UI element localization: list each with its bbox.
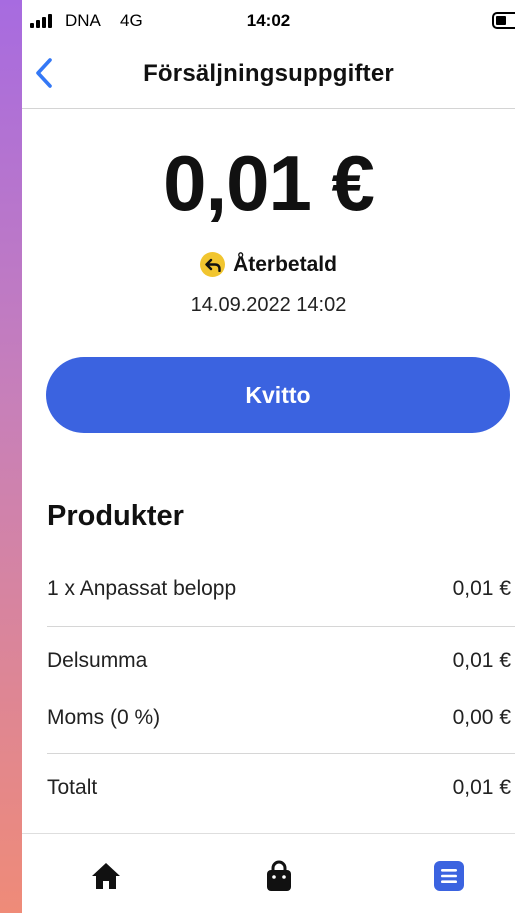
tab-shop[interactable] (259, 856, 299, 896)
nav-bar: Försäljningsuppgifter (22, 40, 515, 109)
product-label: 1 x Anpassat belopp (47, 577, 237, 600)
total-value: 0,01 € (452, 776, 511, 799)
status-bar: DNA 4G 14:02 (22, 0, 515, 40)
subtotal-row: Delsumma 0,01 € (47, 649, 511, 673)
product-value: 0,01 € (452, 577, 511, 600)
product-row: 1 x Anpassat belopp 0,01 € (47, 577, 511, 601)
status-label: Återbetald (233, 252, 337, 276)
vat-row: Moms (0 %) 0,00 € (47, 706, 511, 730)
products-heading: Produkter (47, 500, 184, 532)
subtotal-label: Delsumma (47, 649, 148, 672)
divider (47, 753, 515, 754)
status-time: 14:02 (246, 11, 291, 30)
tab-bar (22, 833, 515, 913)
sale-amount: 0,01 € (163, 139, 375, 227)
total-label: Totalt (47, 776, 98, 799)
tab-home[interactable] (86, 856, 126, 896)
shopping-bag-icon (267, 860, 291, 891)
subtotal-value: 0,01 € (452, 649, 511, 672)
vat-value: 0,00 € (452, 706, 511, 729)
total-row: Totalt 0,01 € (47, 776, 511, 800)
page-title: Försäljningsuppgifter (143, 60, 394, 87)
receipt-button[interactable]: Kvitto (46, 357, 510, 433)
divider (47, 626, 515, 627)
refund-arrow-icon (200, 252, 226, 277)
battery-icon (492, 12, 515, 29)
vat-label: Moms (0 %) (47, 706, 161, 729)
home-icon (92, 863, 120, 889)
tab-sales-list[interactable] (429, 856, 469, 896)
sale-status: Återbetald (22, 252, 515, 277)
app-screen: DNA 4G 14:02 Försäljningsuppgifter 0,01 … (22, 0, 515, 913)
sale-datetime: 14.09.2022 14:02 (190, 294, 347, 316)
list-icon (434, 861, 464, 891)
